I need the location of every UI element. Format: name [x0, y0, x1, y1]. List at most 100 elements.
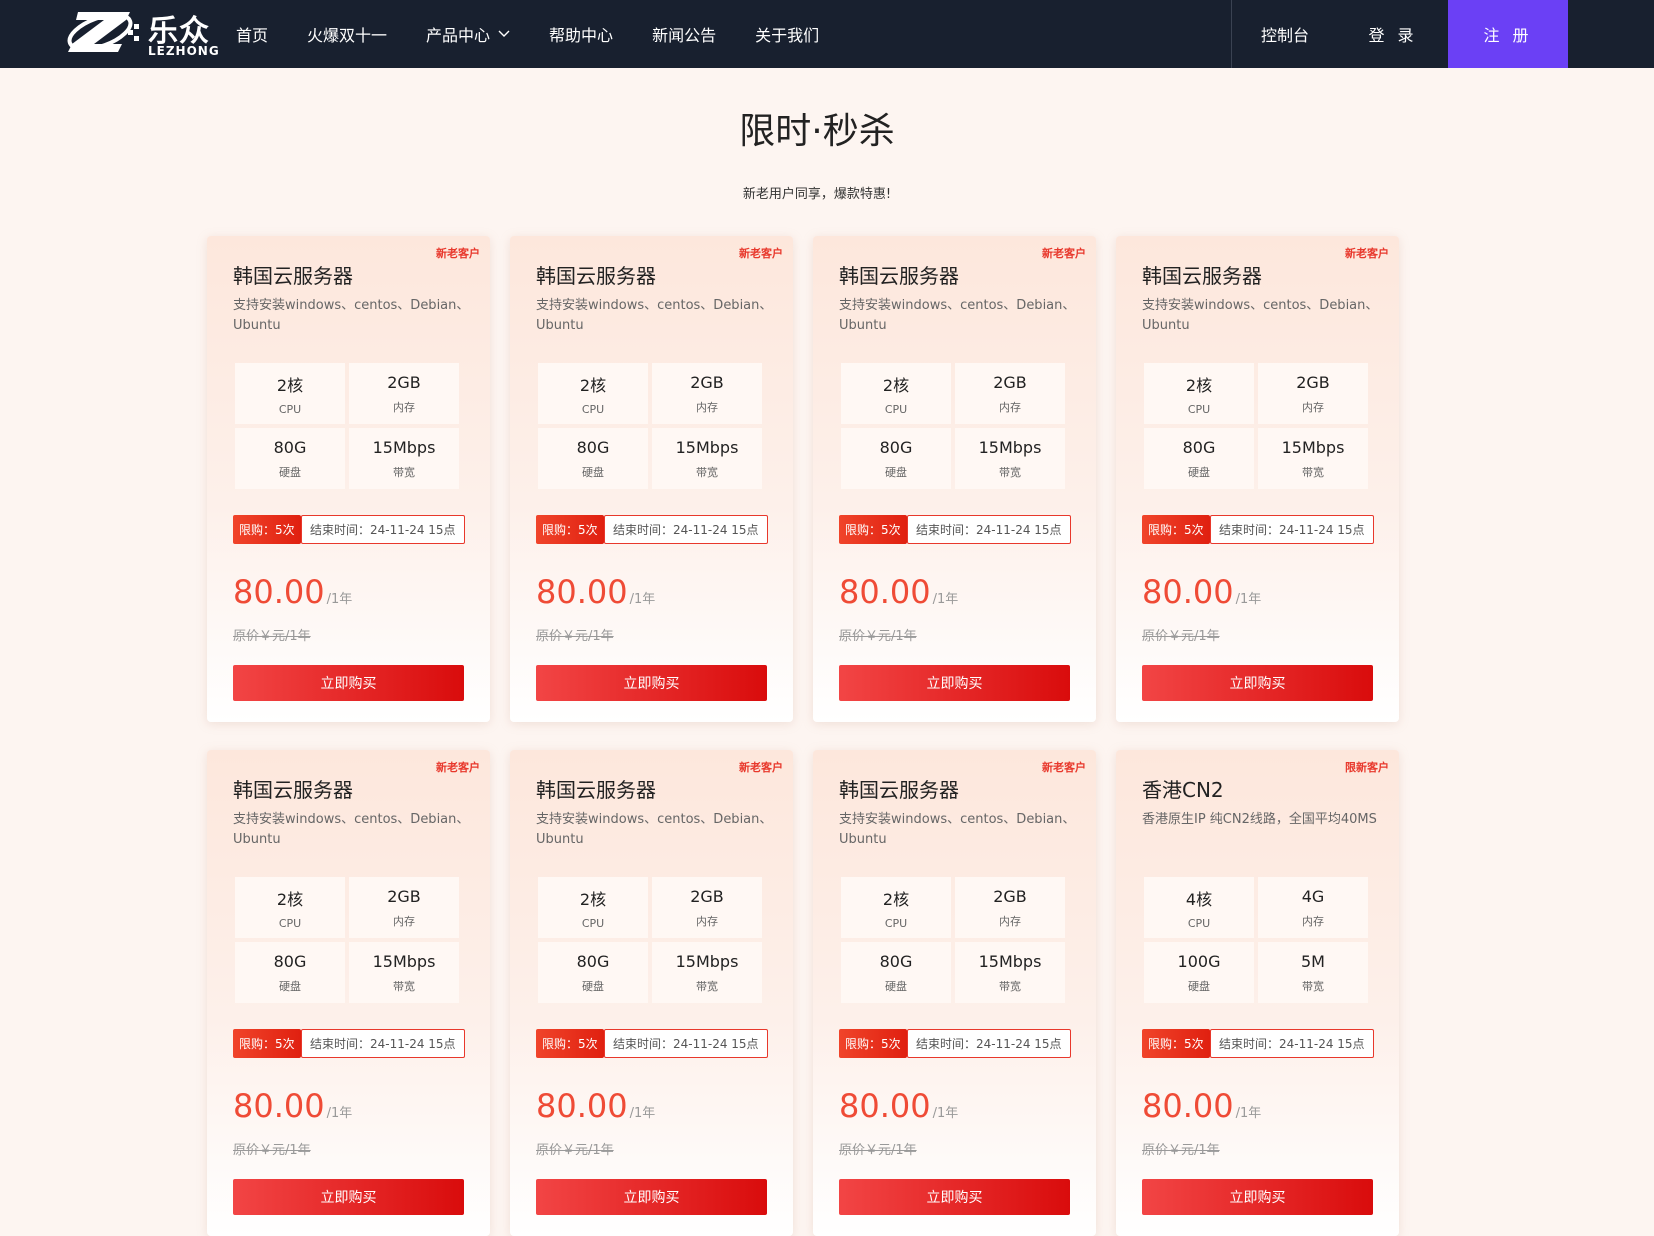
- spec-item: 80G 硬盘: [235, 942, 345, 1003]
- product-card: 新老客户 韩国云服务器 支持安装windows、centos、Debian、Ubun…: [207, 750, 490, 1236]
- spec-label: 带宽: [999, 979, 1021, 993]
- buy-now-button[interactable]: 立即购买: [536, 1179, 767, 1215]
- spec-label: 带宽: [696, 465, 718, 479]
- spec-value: 2核: [276, 375, 304, 395]
- spec-item: 2核 CPU: [841, 363, 951, 424]
- product-card: 限新客户 香港CN2 香港原生IP 纯CN2线路，全国平均40MS 4核 CPU 4G 内存…: [1116, 750, 1399, 1236]
- price-value: 80.00: [1142, 1087, 1234, 1125]
- spec-item: 80G 硬盘: [538, 428, 648, 489]
- top-navbar: 乐众 LEZHONG 首页 火爆双十一 产品中心 帮助中心 新闻公告 关于我们 …: [0, 0, 1654, 68]
- original-price: 原价￥元/1年: [536, 629, 614, 644]
- price-value: 80.00: [233, 1087, 325, 1125]
- spec-label: 内存: [1302, 400, 1324, 414]
- spec-value: 80G: [1182, 437, 1216, 457]
- end-time-badge: 结束时间：24-11-24 15点: [301, 515, 465, 544]
- spec-label: CPU: [884, 916, 908, 930]
- spec-label: 内存: [696, 400, 718, 414]
- spec-value: 15Mbps: [978, 437, 1042, 457]
- spec-item: 2核 CPU: [538, 363, 648, 424]
- spec-grid: 2核 CPU 2GB 内存 80G 硬盘 15Mbps 带宽: [1144, 363, 1368, 489]
- spec-item: 2核 CPU: [235, 877, 345, 938]
- spec-item: 2GB 内存: [1258, 363, 1368, 424]
- login-link[interactable]: 登 录: [1338, 0, 1448, 68]
- purchase-limit-badge: 限购：5次: [233, 515, 301, 544]
- spec-label: 硬盘: [279, 465, 301, 479]
- end-time-badge: 结束时间：24-11-24 15点: [604, 1029, 768, 1058]
- product-description: 香港原生IP 纯CN2线路，全国平均40MS: [1142, 812, 1377, 827]
- spec-item: 2GB 内存: [652, 363, 762, 424]
- price: 80.00/1年: [536, 573, 655, 611]
- price: 80.00/1年: [536, 1087, 655, 1125]
- spec-grid: 2核 CPU 2GB 内存 80G 硬盘 15Mbps 带宽: [235, 363, 459, 489]
- spec-label: 带宽: [696, 979, 718, 993]
- buy-now-button[interactable]: 立即购买: [839, 1179, 1070, 1215]
- price-value: 80.00: [233, 573, 325, 611]
- nav-news[interactable]: 新闻公告: [652, 22, 716, 46]
- original-price: 原价￥元/1年: [233, 629, 311, 644]
- spec-item: 15Mbps 带宽: [349, 428, 459, 489]
- spec-label: 内存: [696, 914, 718, 928]
- price-value: 80.00: [1142, 573, 1234, 611]
- spec-value: 15Mbps: [675, 437, 739, 457]
- spec-value: 80G: [576, 437, 610, 457]
- register-button[interactable]: 注 册: [1448, 0, 1568, 68]
- spec-item: 2核 CPU: [538, 877, 648, 938]
- spec-value: 2GB: [387, 886, 421, 906]
- nav-help[interactable]: 帮助中心: [549, 22, 613, 46]
- customer-tag: 新老客户: [739, 247, 783, 260]
- spec-item: 2GB 内存: [349, 877, 459, 938]
- spec-item: 2GB 内存: [349, 363, 459, 424]
- nav-home[interactable]: 首页: [236, 22, 268, 46]
- spec-grid: 2核 CPU 2GB 内存 80G 硬盘 15Mbps 带宽: [235, 877, 459, 1003]
- customer-tag: 限新客户: [1345, 761, 1389, 774]
- spec-value: 15Mbps: [372, 951, 436, 971]
- purchase-limit-badge: 限购：5次: [839, 515, 907, 544]
- spec-label: CPU: [581, 402, 605, 416]
- spec-value: 2核: [1185, 375, 1213, 395]
- spec-value: 80G: [273, 437, 307, 457]
- nav-about[interactable]: 关于我们: [755, 22, 819, 46]
- spec-value: 2GB: [993, 886, 1027, 906]
- buy-now-button[interactable]: 立即购买: [233, 1179, 464, 1215]
- spec-item: 2核 CPU: [235, 363, 345, 424]
- buy-now-button[interactable]: 立即购买: [233, 665, 464, 701]
- spec-item: 2GB 内存: [955, 363, 1065, 424]
- customer-tag: 新老客户: [739, 761, 783, 774]
- spec-item: 80G 硬盘: [841, 428, 951, 489]
- price: 80.00/1年: [1142, 1087, 1261, 1125]
- product-description: 支持安装windows、centos、Debian、Ubuntu: [1142, 298, 1379, 333]
- spec-label: 内存: [393, 400, 415, 414]
- spec-label: CPU: [1187, 402, 1211, 416]
- spec-label: CPU: [1187, 916, 1211, 930]
- price-value: 80.00: [536, 1087, 628, 1125]
- original-price: 原价￥元/1年: [233, 1143, 311, 1158]
- purchase-limit-badge: 限购：5次: [1142, 1029, 1210, 1058]
- price-value: 80.00: [839, 573, 931, 611]
- spec-item: 15Mbps 带宽: [1258, 428, 1368, 489]
- console-link[interactable]: 控制台: [1232, 0, 1338, 68]
- spec-label: 带宽: [999, 465, 1021, 479]
- original-price: 原价￥元/1年: [839, 629, 917, 644]
- buy-now-button[interactable]: 立即购买: [536, 665, 767, 701]
- buy-now-button[interactable]: 立即购买: [1142, 665, 1373, 701]
- product-title: 韩国云服务器: [536, 264, 656, 288]
- nav-double-eleven[interactable]: 火爆双十一: [307, 22, 387, 46]
- price: 80.00/1年: [233, 1087, 352, 1125]
- lezhong-logo[interactable]: 乐众 LEZHONG: [64, 4, 224, 62]
- spec-label: 带宽: [393, 465, 415, 479]
- spec-label: CPU: [581, 916, 605, 930]
- spec-item: 4G 内存: [1258, 877, 1368, 938]
- product-title: 韩国云服务器: [233, 264, 353, 288]
- product-title: 韩国云服务器: [839, 264, 959, 288]
- original-price: 原价￥元/1年: [1142, 629, 1220, 644]
- buy-now-button[interactable]: 立即购买: [839, 665, 1070, 701]
- product-description: 支持安装windows、centos、Debian、Ubuntu: [839, 812, 1076, 847]
- logo-en-text: LEZHONG: [148, 44, 220, 58]
- original-price: 原价￥元/1年: [1142, 1143, 1220, 1158]
- product-title: 韩国云服务器: [536, 778, 656, 802]
- price-value: 80.00: [839, 1087, 931, 1125]
- product-card: 新老客户 韩国云服务器 支持安装windows、centos、Debian、Ubun…: [1116, 236, 1399, 722]
- spec-label: 内存: [393, 914, 415, 928]
- buy-now-button[interactable]: 立即购买: [1142, 1179, 1373, 1215]
- nav-products[interactable]: 产品中心: [426, 22, 510, 46]
